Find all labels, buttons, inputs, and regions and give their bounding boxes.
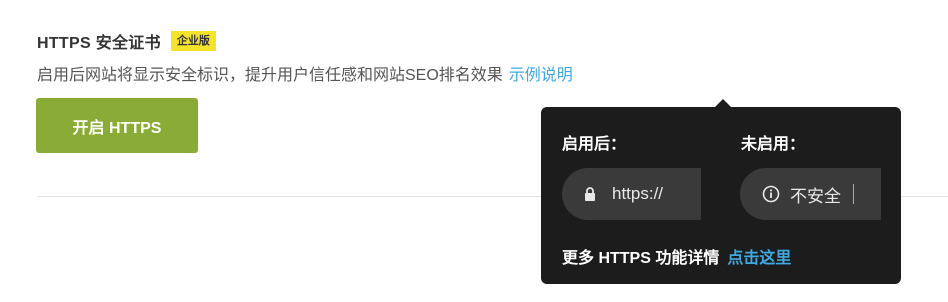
secure-url-text: https:// (612, 184, 664, 203)
popover-arrow (714, 99, 732, 108)
description-text: 启用后网站将显示安全标识，提升用户信任感和网站SEO排名效果 (37, 67, 503, 84)
footer-text: 更多 HTTPS 功能详情 (562, 250, 720, 267)
lock-icon (584, 187, 596, 201)
secure-url-bar: https:// (562, 168, 701, 220)
https-example-popover: 启用后： 未启用： https:// 不安全 更多 HTTPS 功能详情 点击这里 (541, 99, 901, 284)
insecure-status-text: 不安全 (790, 186, 841, 206)
section-title: HTTPS 安全证书 (37, 35, 161, 52)
click-here-link[interactable]: 点击这里 (727, 250, 791, 267)
section-description: 启用后网站将显示安全标识，提升用户信任感和网站SEO排名效果 示例说明 (37, 61, 573, 85)
insecure-url-bar: 不安全 (740, 168, 881, 220)
section-header: HTTPS 安全证书 企业版 (37, 29, 216, 53)
popover-footer: 更多 HTTPS 功能详情 点击这里 (562, 244, 791, 268)
disabled-label: 未启用： (741, 136, 806, 153)
enable-https-button[interactable]: 开启 HTTPS (36, 98, 198, 153)
info-icon (762, 185, 780, 203)
enabled-label: 启用后： (562, 136, 627, 153)
example-link[interactable]: 示例说明 (509, 67, 573, 84)
enterprise-badge: 企业版 (170, 31, 216, 51)
url-separator (853, 184, 854, 204)
